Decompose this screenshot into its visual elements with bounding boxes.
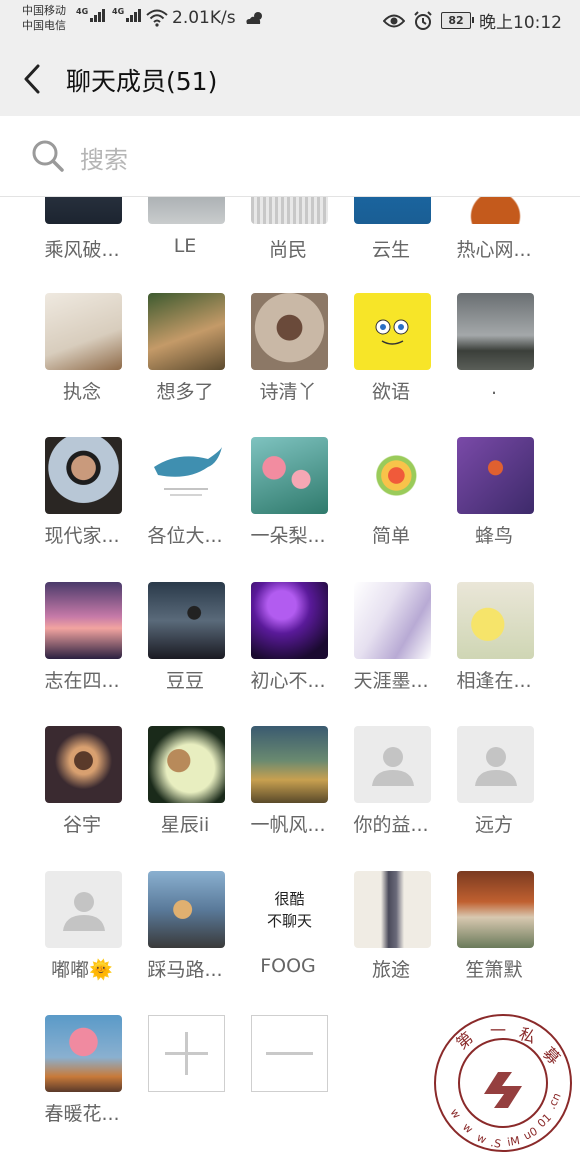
- member-name: 简单: [371, 525, 410, 547]
- plus-icon: [165, 1032, 208, 1075]
- status-bar: 中国移动 中国电信 4G 4G 2.01K/s 82 晚上10:12: [0, 0, 580, 40]
- avatar: [45, 197, 122, 224]
- battery-icon: 82: [441, 12, 474, 29]
- avatar: [148, 197, 225, 224]
- member-name: 你的益...: [353, 814, 429, 836]
- avatar: [45, 871, 122, 948]
- avatar: [45, 1015, 122, 1092]
- svg-text:.S: .S: [489, 1136, 502, 1151]
- avatar: [457, 726, 534, 803]
- avatar: [45, 437, 122, 514]
- member-name: 嘟嘟🌞: [51, 959, 113, 981]
- member-name: 云生: [371, 239, 410, 261]
- eye-icon: [383, 14, 405, 27]
- avatar: [148, 726, 225, 803]
- avatar: [251, 197, 328, 224]
- clock: 晚上10:12: [479, 13, 562, 33]
- carrier-info: 中国移动 中国电信: [22, 3, 66, 33]
- member-name: 尚民: [268, 239, 307, 261]
- page-title: 聊天成员(51): [66, 67, 218, 96]
- weather-icon: [246, 12, 262, 24]
- member-name: 笙箫默: [465, 959, 523, 981]
- avatar: [354, 582, 431, 659]
- avatar: [45, 293, 122, 370]
- carrier-2: 中国电信: [22, 19, 66, 32]
- member-name: 谷宇: [62, 814, 101, 836]
- member-name: 初心不...: [250, 670, 326, 692]
- member-name: 远方: [474, 814, 513, 836]
- default-avatar-icon: [371, 746, 414, 786]
- member-name: 诗清丫: [259, 381, 317, 403]
- member-name: 旅途: [371, 959, 410, 981]
- avatar: [457, 293, 534, 370]
- member-name: 相逢在...: [456, 670, 532, 692]
- member-name: FOOG: [260, 955, 316, 977]
- member-name: 想多了: [156, 381, 214, 403]
- signal-2-icon: 4G: [112, 7, 142, 22]
- minus-icon: [266, 1052, 313, 1055]
- member-name: .: [490, 377, 498, 399]
- avatar: 很酷 不聊天: [251, 871, 328, 948]
- add-member-button[interactable]: [148, 1015, 225, 1092]
- avatar: [148, 293, 225, 370]
- avatar: [251, 726, 328, 803]
- avatar: [457, 871, 534, 948]
- carrier-1: 中国移动: [22, 4, 66, 17]
- member-name: LE: [173, 235, 197, 257]
- avatar: [45, 726, 122, 803]
- avatar: [354, 293, 431, 370]
- default-avatar-icon: [474, 746, 517, 786]
- network-tag-2: 4G: [112, 7, 125, 16]
- svg-text:一: 一: [490, 1021, 506, 1040]
- sponge-face-icon: [375, 319, 409, 345]
- avatar: [148, 582, 225, 659]
- avatar: [354, 871, 431, 948]
- network-speed: 2.01K/s: [172, 8, 236, 28]
- avatar: [251, 437, 328, 514]
- member-name: 春暖花...: [44, 1103, 120, 1125]
- member-name: 一朵梨...: [250, 525, 326, 547]
- member-name: 各位大...: [147, 525, 223, 547]
- member-name: 志在四...: [44, 670, 120, 692]
- status-right: 82 晚上10:12: [383, 8, 562, 33]
- avatar: [45, 582, 122, 659]
- search-placeholder: 搜索: [80, 146, 128, 174]
- avatar: [251, 293, 328, 370]
- search-icon: [32, 140, 64, 172]
- search-bar[interactable]: 搜索: [0, 116, 580, 197]
- whale-icon: [154, 447, 222, 496]
- signal-1-icon: 4G: [76, 7, 106, 22]
- member-name: 欲语: [371, 381, 410, 403]
- avatar: [354, 726, 431, 803]
- member-name: 热心网...: [456, 239, 532, 261]
- member-name: 一帆风...: [250, 814, 326, 836]
- header-bar: 聊天成员(51): [0, 40, 580, 116]
- network-tag-1: 4G: [76, 7, 89, 16]
- alarm-icon: [414, 10, 432, 30]
- avatar: [354, 437, 431, 514]
- member-name: 豆豆: [165, 670, 204, 692]
- member-name: 蜂鸟: [474, 525, 513, 547]
- tile-text-line2: 不聊天: [266, 911, 312, 930]
- watermark-seal: 第 一 私 募 w w w .S iM u0 01 .cn: [434, 1014, 572, 1152]
- wifi-icon: [146, 9, 168, 27]
- member-name: 踩马路...: [147, 959, 223, 981]
- member-name: 执念: [62, 381, 101, 403]
- remove-member-button[interactable]: [251, 1015, 328, 1092]
- avatar: [457, 582, 534, 659]
- member-name: 现代家...: [44, 525, 120, 547]
- avatar: [251, 582, 328, 659]
- avatar: [148, 437, 225, 514]
- avatar: [457, 437, 534, 514]
- back-arrow-icon[interactable]: [18, 62, 48, 96]
- tile-text-line1: 很酷: [274, 889, 305, 908]
- member-name: 星辰ii: [160, 814, 210, 836]
- avatar: [457, 197, 534, 224]
- default-avatar-icon: [62, 891, 105, 931]
- member-name: 天涯墨...: [353, 670, 429, 692]
- avatar: [354, 197, 431, 224]
- member-name: 乘风破...: [44, 239, 120, 261]
- avatar: [148, 871, 225, 948]
- svg-text:iM: iM: [506, 1134, 521, 1149]
